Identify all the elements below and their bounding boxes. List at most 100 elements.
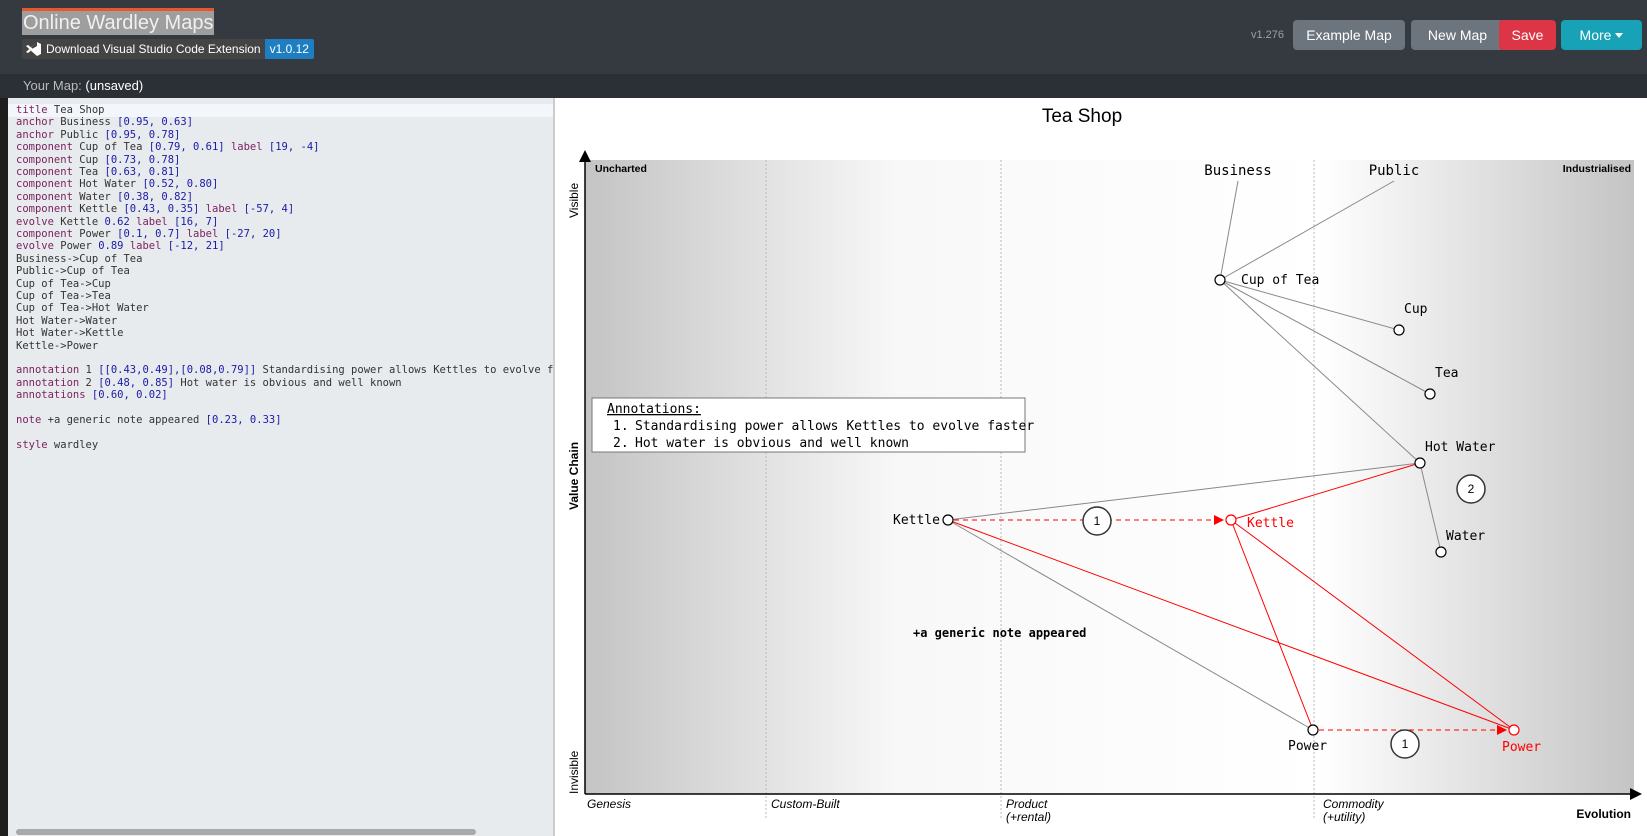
- x-axis-arrow-icon: [1630, 788, 1642, 800]
- annotations-box-item-1: Standardising power allows Kettles to ev…: [635, 419, 1034, 434]
- editor-line[interactable]: annotation 1 [[0.43,0.49],[0.08,0.79]] S…: [16, 364, 553, 377]
- editor-line[interactable]: annotations [0.60, 0.02]: [16, 389, 168, 402]
- editor-token: Hot Water->Kettle: [16, 327, 124, 340]
- editor-token: Kettle: [72, 203, 124, 216]
- left-gutter: [0, 98, 8, 836]
- annotations-box-title: Annotations:: [607, 402, 701, 417]
- node-water[interactable]: [1435, 546, 1447, 558]
- editor-token: 1: [79, 364, 99, 377]
- vscode-icon: [26, 42, 41, 56]
- editor-token: label: [129, 240, 162, 253]
- editor-line[interactable]: component Hot Water [0.52, 0.80]: [16, 178, 218, 191]
- editor-line[interactable]: Hot Water->Kettle: [16, 327, 123, 340]
- editor-token: [0.48, 0.85]: [98, 376, 175, 389]
- stage-custom-built: Custom-Built: [771, 797, 840, 811]
- editor-line[interactable]: anchor Public [0.95, 0.78]: [16, 129, 180, 142]
- label-kettle: Kettle: [893, 513, 940, 528]
- node-cup-of-tea[interactable]: [1214, 274, 1226, 286]
- editor-token: component: [16, 141, 73, 154]
- editor-token: [[0.43,0.49],[0.08,0.79]]: [98, 364, 257, 377]
- node-cup[interactable]: [1393, 324, 1405, 336]
- annotations-box-index-2: 2.: [613, 436, 629, 451]
- editor-line[interactable]: component Cup of Tea [0.79, 0.61] label …: [16, 141, 319, 154]
- editor-line[interactable]: Cup of Tea->Cup: [16, 278, 111, 291]
- editor-line[interactable]: evolve Power 0.89 label [-12, 21]: [16, 240, 225, 253]
- label-power-evolved: Power: [1502, 740, 1541, 755]
- editor-token: Public: [53, 128, 105, 141]
- editor-line[interactable]: note +a generic note appeared [0.23, 0.3…: [16, 414, 282, 427]
- map-note[interactable]: +a generic note appeared: [913, 626, 1086, 640]
- example-map-button[interactable]: Example Map: [1293, 20, 1405, 50]
- node-kettle[interactable]: [942, 514, 954, 526]
- editor-token: [-27, 20]: [224, 228, 282, 240]
- editor-horizontal-scrollbar[interactable]: [16, 829, 476, 835]
- map-canvas[interactable]: Tea Shop Uncharted Industrialised Visibl…: [553, 98, 1647, 836]
- editor-token: 0.62: [104, 215, 130, 228]
- editor-line[interactable]: annotation 2 [0.48, 0.85] Hot water is o…: [16, 377, 402, 390]
- extension-label: Download Visual Studio Code Extension: [46, 42, 261, 56]
- editor-token: annotation: [16, 364, 80, 377]
- new-map-button[interactable]: New Map: [1411, 20, 1504, 50]
- node-power[interactable]: [1307, 724, 1319, 736]
- node-power-evolved[interactable]: [1508, 724, 1520, 736]
- y-axis-arrow-icon: [579, 150, 591, 162]
- editor-line[interactable]: Kettle->Power: [16, 340, 98, 353]
- editor-token: Cup: [72, 153, 105, 166]
- editor-token: Cup of Tea->Hot Water: [16, 302, 149, 315]
- editor-line[interactable]: title Tea Shop: [8, 104, 553, 117]
- editor-line[interactable]: component Kettle [0.43, 0.35] label [-57…: [16, 203, 294, 216]
- label-cup-of-tea: Cup of Tea: [1241, 273, 1319, 288]
- node-hot-water[interactable]: [1414, 457, 1426, 469]
- editor-token: component: [16, 178, 73, 191]
- editor-line[interactable]: anchor Business [0.95, 0.63]: [16, 116, 193, 129]
- label-power: Power: [1288, 739, 1327, 754]
- editor-token: Business: [53, 116, 118, 129]
- app-title[interactable]: Online Wardley Maps: [22, 8, 215, 35]
- anchor-business[interactable]: Business: [1204, 163, 1271, 179]
- editor-token: [0.95, 0.63]: [117, 116, 194, 129]
- editor-token: label: [186, 228, 219, 240]
- editor-token: label: [136, 215, 168, 228]
- editor-line[interactable]: component Tea [0.63, 0.81]: [16, 166, 180, 179]
- anchor-public[interactable]: Public: [1369, 163, 1420, 179]
- save-button[interactable]: Save: [1499, 20, 1556, 50]
- code-editor[interactable]: title Tea Shop anchor Business [0.95, 0.6…: [8, 98, 553, 836]
- editor-line[interactable]: style wardley: [16, 439, 98, 452]
- editor-token: Standardising power allows Kettles to ev…: [256, 364, 553, 377]
- annotations-box-index-1: 1.: [613, 419, 629, 434]
- stage-product: Product: [1006, 797, 1048, 811]
- editor-line[interactable]: Hot Water->Water: [16, 315, 117, 328]
- download-extension-button[interactable]: Download Visual Studio Code Extension v1…: [22, 39, 314, 59]
- editor-token: [0.23, 0.33]: [205, 414, 282, 426]
- editor-line[interactable]: Cup of Tea->Hot Water: [16, 302, 149, 315]
- label-hot-water: Hot Water: [1425, 440, 1496, 455]
- editor-line[interactable]: component Water [0.38, 0.82]: [16, 191, 193, 204]
- editor-line[interactable]: Public->Cup of Tea: [16, 265, 130, 278]
- editor-line[interactable]: evolve Kettle 0.62 label [16, 7]: [16, 216, 218, 229]
- editor-token: evolve: [16, 240, 54, 253]
- annotations-box[interactable]: Annotations: 1. Standardising power allo…: [591, 397, 1034, 453]
- editor-token: Hot Water: [72, 178, 143, 191]
- editor-line[interactable]: Business->Cup of Tea: [16, 253, 142, 266]
- editor-token: Public->Cup of Tea: [16, 265, 130, 278]
- editor-token: note: [16, 414, 42, 426]
- node-kettle-evolved[interactable]: [1225, 514, 1237, 526]
- editor-token: 2: [79, 376, 99, 389]
- label-water: Water: [1446, 529, 1485, 544]
- node-tea[interactable]: [1424, 388, 1436, 400]
- editor-token: Water: [72, 190, 118, 203]
- editor-line[interactable]: component Power [0.1, 0.7] label [-27, 2…: [16, 228, 282, 241]
- editor-token: anchor: [16, 128, 54, 141]
- editor-token: Cup of Tea->Tea: [16, 290, 111, 302]
- editor-token: evolve: [16, 215, 54, 228]
- more-dropdown-button[interactable]: More: [1561, 20, 1642, 50]
- editor-line[interactable]: component Cup [0.73, 0.78]: [16, 154, 180, 167]
- editor-token: label: [205, 203, 238, 216]
- editor-line[interactable]: Cup of Tea->Tea: [16, 290, 111, 303]
- annotation-marker-1a-label: 1: [1094, 514, 1101, 528]
- more-label: More: [1579, 27, 1612, 43]
- map-name: Your Map: (unsaved): [23, 78, 143, 93]
- stage-genesis: Genesis: [587, 797, 631, 811]
- annotations-box-item-2: Hot water is obvious and well known: [635, 436, 909, 451]
- editor-token: Cup of Tea->Cup: [16, 277, 111, 290]
